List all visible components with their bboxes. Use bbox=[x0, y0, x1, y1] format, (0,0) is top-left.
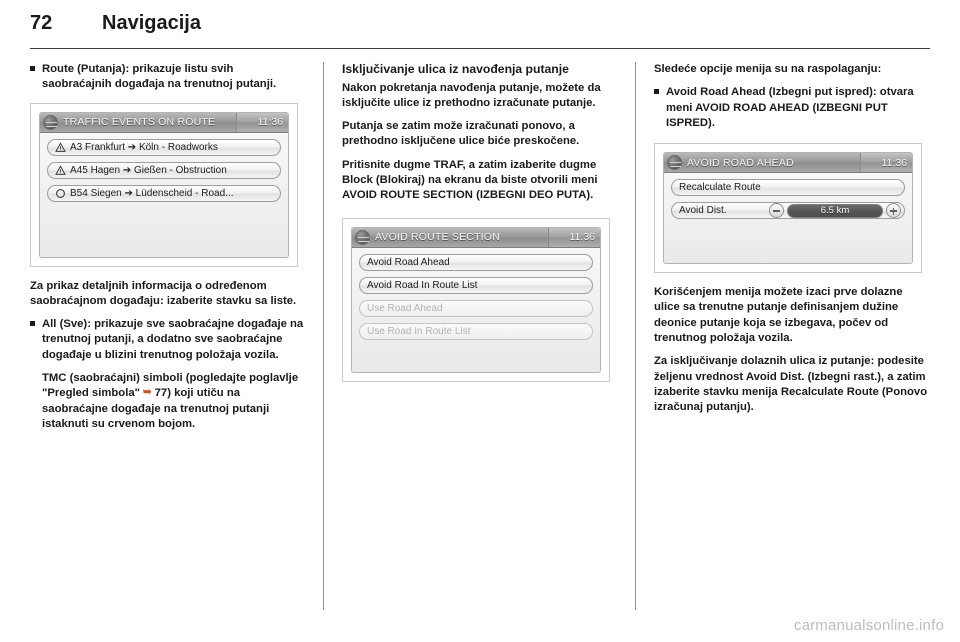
traffic-events-clock: 11:36 bbox=[236, 112, 288, 132]
right-p3-end: . bbox=[750, 401, 754, 414]
page-reference-icon: ➥ bbox=[139, 386, 155, 399]
column-divider bbox=[323, 62, 324, 610]
page-title: Navigacija bbox=[102, 12, 201, 34]
menu-item-use-road-ahead: Use Road Ahead bbox=[359, 299, 593, 317]
middle-paragraph-1: Nakon pokretanja navođenja putanje, može… bbox=[342, 81, 601, 109]
list-item[interactable]: A3 Frankfurt ➔ Köln - Roadworks bbox=[47, 138, 281, 156]
screenshot-avoid-road-ahead: AVOID ROAD AHEAD 11:36 Recalculate Route… bbox=[654, 143, 922, 274]
avoid-road-ahead-title: AVOID ROAD AHEAD bbox=[687, 156, 794, 169]
right-paragraph-2: Korišćenjem menija možete izaci prve dol… bbox=[654, 286, 903, 345]
menu-item-use-road-in-route-list: Use Road In Route List bbox=[359, 322, 593, 340]
right-gutter bbox=[618, 62, 654, 610]
page-number: 72 bbox=[30, 12, 53, 34]
menu-item-avoid-road-in-route-list[interactable]: Avoid Road In Route List bbox=[359, 276, 593, 294]
menu-item-label: Avoid Road Ahead bbox=[367, 256, 450, 268]
avoid-route-section-list: Avoid Road Ahead Avoid Road In Route Lis… bbox=[352, 247, 600, 372]
avoid-route-section-title: AVOID ROUTE SECTION bbox=[375, 231, 500, 244]
traffic-events-title-bar: TRAFFIC EVENTS ON ROUTE 11:36 bbox=[40, 112, 288, 133]
menu-item-label: Recalculate Route bbox=[679, 182, 761, 194]
bullet-route: Route (Putanja): prikazuje listu svih sa… bbox=[30, 62, 306, 93]
avoid-road-ahead-clock: 11:36 bbox=[860, 153, 912, 173]
middle-paragraph-3: Pritisnite dugme TRAF, a zatim izaberite… bbox=[342, 158, 598, 202]
menu-item-recalculate-route[interactable]: Recalculate Route bbox=[671, 179, 905, 197]
avoid-road-ahead-title-bar: AVOID ROAD AHEAD 11:36 bbox=[664, 153, 912, 174]
bullet-marker-icon bbox=[30, 317, 42, 363]
circle-icon bbox=[55, 188, 66, 199]
tmc-paragraph: TMC (saobraćajni) simboli (pogledajte po… bbox=[42, 371, 306, 432]
right-paragraph-1: Sledeće opcije menija su na raspolaganju… bbox=[654, 63, 882, 75]
right-p3-term1: Avoid Dist. (Izbegni rast.) bbox=[745, 370, 882, 383]
bullet-marker-icon bbox=[654, 85, 666, 131]
avoid-distance-value: 6.5 km bbox=[787, 203, 883, 218]
avoid-road-ahead-body: Recalculate Route Avoid Dist. 6.5 km bbox=[664, 173, 912, 264]
screenshot-avoid-route-section: AVOID ROUTE SECTION 11:36 Avoid Road Ahe… bbox=[342, 217, 610, 382]
list-item-label: A3 Frankfurt ➔ Köln - Roadworks bbox=[70, 141, 218, 153]
bullet-marker-icon bbox=[30, 62, 42, 93]
page-header: 72 Navigacija bbox=[30, 12, 930, 35]
bullet-avoid-term: Avoid Road Ahead (Izbegni put ispred) bbox=[666, 86, 873, 99]
column-divider bbox=[635, 62, 636, 610]
navigation-globe-icon bbox=[43, 114, 58, 130]
traffic-events-list: A3 Frankfurt ➔ Köln - Roadworks A45 Hage… bbox=[40, 132, 288, 257]
plus-icon[interactable] bbox=[886, 203, 901, 219]
warning-triangle-icon bbox=[55, 141, 66, 153]
avoid-distance-stepper[interactable]: Avoid Dist. 6.5 km bbox=[671, 202, 905, 220]
bullet-route-term: Route (Putanja) bbox=[42, 63, 126, 75]
middle-column: Isključivanje ulica iz navođenja putanje… bbox=[342, 62, 618, 610]
menu-item-label: Avoid Road In Route List bbox=[367, 279, 478, 291]
bullet-avoid-road-ahead: Avoid Road Ahead (Izbegni put ispred): o… bbox=[654, 85, 930, 131]
navigation-globe-icon bbox=[667, 155, 682, 171]
warning-triangle-icon bbox=[55, 164, 66, 176]
list-item-label: A45 Hagen ➔ Gießen - Obstruction bbox=[70, 164, 227, 176]
avoid-route-section-clock: 11:36 bbox=[548, 227, 600, 247]
minus-icon[interactable] bbox=[769, 203, 784, 219]
list-item[interactable]: A45 Hagen ➔ Gießen - Obstruction bbox=[47, 161, 281, 179]
list-item[interactable]: B54 Siegen ➔ Lüdenscheid - Road... bbox=[47, 184, 281, 202]
menu-item-label: Use Road In Route List bbox=[367, 325, 471, 337]
traffic-events-title: TRAFFIC EVENTS ON ROUTE bbox=[63, 116, 216, 129]
list-item-label: B54 Siegen ➔ Lüdenscheid - Road... bbox=[70, 187, 234, 199]
left-column: Route (Putanja): prikazuje listu svih sa… bbox=[30, 62, 306, 610]
right-paragraph-3: Za isključivanje dolaznih ulica iz putan… bbox=[654, 354, 930, 415]
navigation-globe-icon bbox=[355, 229, 370, 245]
bullet-all-term: All (Sve) bbox=[42, 318, 88, 331]
watermark: carmanualsonline.info bbox=[793, 617, 944, 634]
screenshot-traffic-events: TRAFFIC EVENTS ON ROUTE 11:36 A3 Frankfu… bbox=[30, 102, 298, 267]
column-grid: Route (Putanja): prikazuje listu svih sa… bbox=[30, 62, 930, 610]
caption-after-traffic-shot: Za prikaz detaljnih informacija o određe… bbox=[30, 279, 297, 307]
menu-item-avoid-road-ahead[interactable]: Avoid Road Ahead bbox=[359, 253, 593, 271]
menu-item-label: Use Road Ahead bbox=[367, 302, 443, 314]
right-column: Sledeće opcije menija su na raspolaganju… bbox=[654, 62, 930, 610]
avoid-distance-label: Avoid Dist. bbox=[679, 205, 727, 217]
middle-heading: Isključivanje ulica iz navođenja putanje bbox=[342, 62, 569, 76]
header-divider bbox=[30, 48, 930, 49]
left-gutter bbox=[306, 62, 342, 610]
manual-page: 72 Navigacija Route (Putanja): prikazuje… bbox=[0, 0, 960, 642]
avoid-route-section-title-bar: AVOID ROUTE SECTION 11:36 bbox=[352, 227, 600, 248]
middle-paragraph-2: Putanja se zatim može izračunati ponovo,… bbox=[342, 120, 580, 148]
bullet-all: All (Sve): prikazuje sve saobraćajne dog… bbox=[30, 317, 306, 363]
tmc-page-number: 77 bbox=[154, 387, 168, 400]
